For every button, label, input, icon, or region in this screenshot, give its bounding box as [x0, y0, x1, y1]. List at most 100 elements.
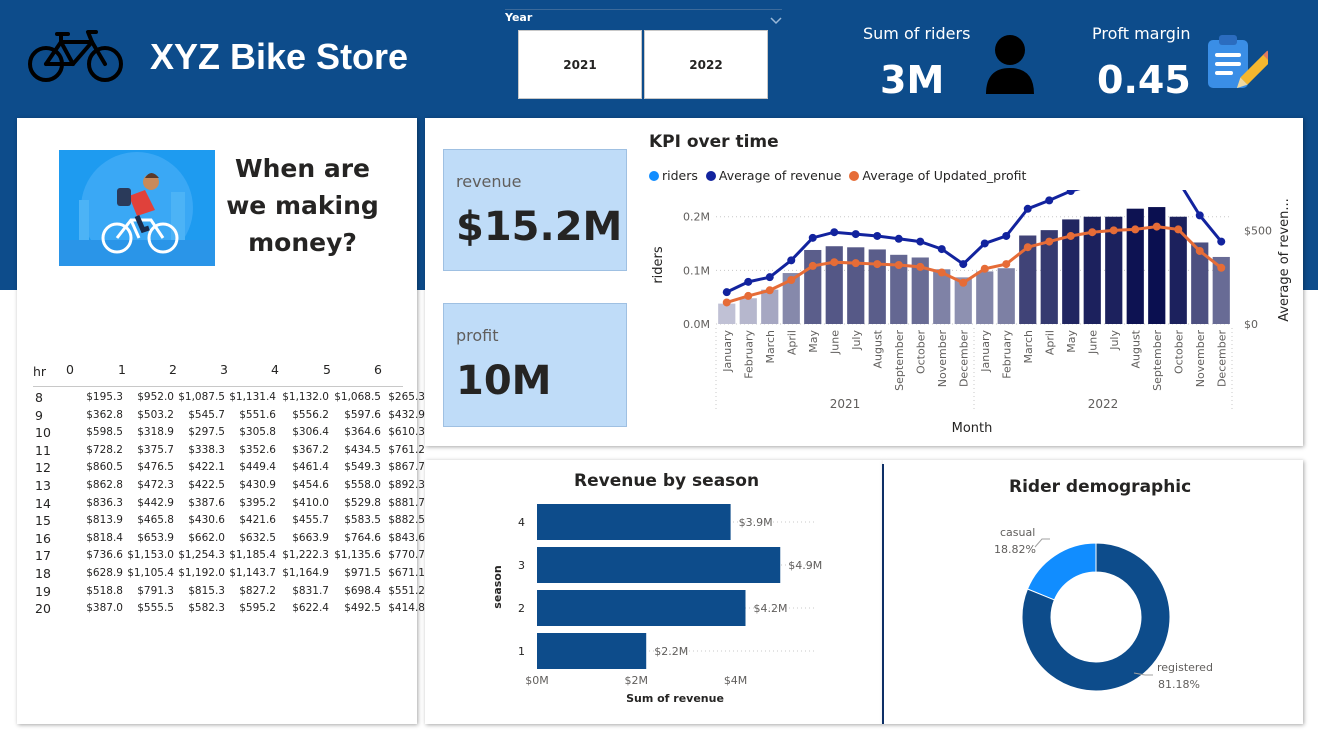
season-bar — [537, 633, 647, 669]
profit-point — [1131, 225, 1140, 234]
year-option-2021[interactable]: 2021 — [518, 30, 642, 99]
profit-point — [1045, 237, 1054, 246]
matrix-column-header[interactable]: 0 — [66, 362, 74, 377]
x-tick-label: April — [1043, 330, 1056, 355]
matrix-cell: $265.3 — [388, 391, 425, 403]
revenue-point — [1195, 211, 1204, 220]
revenue-point — [808, 233, 817, 242]
matrix-cell: $432.9 — [388, 408, 425, 421]
profit-point — [1217, 263, 1226, 272]
x-tick-label: March — [1022, 330, 1035, 364]
matrix-row-label: 10 — [35, 425, 51, 441]
season-bar — [537, 590, 746, 626]
matrix-cell: $551.6 — [239, 408, 276, 421]
riders-bar — [804, 249, 822, 324]
riders-bar — [847, 247, 865, 324]
x-tick-label: October — [914, 330, 927, 374]
revenue-point — [787, 256, 796, 265]
matrix-column-header[interactable]: 6 — [374, 362, 382, 377]
matrix-cell: $882.5 — [388, 514, 425, 527]
matrix-row-header[interactable]: hr — [33, 364, 46, 379]
y-tick-label: 2 — [518, 602, 525, 615]
registered-percent: 81.18% — [1158, 678, 1200, 691]
revenue-point — [765, 273, 774, 282]
y2-tick-label: $0 — [1244, 318, 1258, 331]
x-tick-label: November — [1194, 330, 1207, 388]
revenue-point — [1002, 231, 1011, 240]
matrix-cell: $1,164.9 — [282, 567, 329, 579]
legend-label: riders — [662, 168, 698, 183]
kpi-over-time-chart[interactable]: 0.0M 0.1M 0.2M $0 $500 January February March Ap… — [640, 190, 1300, 440]
legend-swatch-icon — [649, 171, 659, 181]
profit-point — [808, 261, 817, 270]
profit-point — [830, 258, 839, 267]
matrix-cell: $671.1 — [388, 567, 425, 579]
y-axis-title: riders — [651, 246, 666, 284]
y-tick-label: 1 — [518, 645, 525, 658]
revenue-point — [722, 288, 731, 297]
matrix-column-header[interactable]: 2 — [169, 362, 177, 377]
revenue-point — [980, 239, 989, 248]
demographic-chart-title: Rider demographic — [1009, 477, 1192, 497]
x-tick-label: $4M — [724, 674, 748, 687]
profit-point — [1109, 226, 1118, 235]
profit-point — [1195, 246, 1204, 255]
matrix-cell: $306.4 — [292, 426, 329, 439]
matrix-cell: $551.2 — [388, 584, 425, 597]
year-group-label: 2022 — [1088, 397, 1119, 411]
profit-point — [851, 259, 860, 268]
x-tick-label: August — [871, 329, 884, 368]
matrix-cell: $831.7 — [292, 584, 329, 597]
bicycle-icon — [28, 28, 124, 90]
slicer-divider — [505, 9, 782, 10]
x-tick-label: December — [957, 330, 970, 388]
matrix-column-header[interactable]: 3 — [220, 362, 228, 377]
matrix-cell: $770.7 — [388, 549, 425, 562]
revenue-point — [894, 234, 903, 243]
x-axis-title: Month — [952, 421, 993, 436]
year-group-label: 2021 — [830, 397, 861, 411]
kpi-chart-legend: riders Average of revenue Average of Upd… — [649, 168, 1026, 183]
x-tick-label: July — [1108, 330, 1121, 351]
rider-demographic-chart[interactable]: casual 18.82% registered 81.18% — [890, 505, 1290, 720]
chevron-down-icon[interactable] — [770, 10, 782, 29]
legend-swatch-icon — [849, 171, 860, 181]
x-tick-label: March — [764, 330, 777, 364]
matrix-row-label: 13 — [35, 478, 51, 493]
riders-bar — [997, 268, 1015, 324]
matrix-column-header[interactable]: 4 — [271, 362, 279, 377]
revenue-point — [1045, 196, 1054, 205]
revenue-point — [830, 228, 839, 237]
legend-item-revenue[interactable]: Average of revenue — [705, 168, 841, 183]
matrix-row-label: 9 — [35, 407, 43, 423]
y-tick-label: 0.2M — [683, 211, 710, 224]
revenue-card-value: $15.2M — [456, 204, 623, 250]
x-tick-label: April — [785, 330, 798, 355]
y-tick-label: 4 — [518, 516, 525, 529]
x-tick-label: November — [936, 330, 949, 388]
legend-swatch-icon — [705, 171, 716, 181]
matrix-cell: $632.5 — [239, 531, 276, 544]
profit-point — [916, 262, 925, 271]
matrix-cell: $414.8 — [388, 602, 425, 615]
matrix-cell: $843.6 — [388, 531, 425, 544]
matrix-cell: $622.4 — [292, 602, 329, 615]
registered-label: registered — [1157, 661, 1213, 674]
matrix-cell: $761.2 — [388, 443, 425, 456]
revenue-point — [959, 260, 968, 269]
legend-item-profit[interactable]: Average of Updated_profit — [849, 168, 1026, 183]
x-tick-label: October — [1172, 330, 1185, 374]
y-tick-label: 0.0M — [683, 318, 710, 331]
year-slicer-label: Year — [505, 11, 533, 24]
riders-bar — [933, 269, 951, 324]
profit-point — [1066, 231, 1075, 240]
matrix-column-header[interactable]: 1 — [118, 362, 126, 377]
riders-bar — [739, 298, 757, 324]
matrix-row-label: 18 — [35, 566, 51, 581]
legend-item-riders[interactable]: riders — [649, 168, 698, 183]
matrix-cell: $663.9 — [292, 531, 329, 544]
matrix-column-header[interactable]: 5 — [323, 362, 331, 377]
year-option-2022[interactable]: 2022 — [644, 30, 768, 99]
revenue-by-season-chart[interactable]: $3.9M 4 $4.9M 3 $4.2M 2 $2.2M 1 $0M $2M $4MSum of … — [430, 495, 870, 720]
matrix-cell: $827.2 — [239, 584, 276, 597]
